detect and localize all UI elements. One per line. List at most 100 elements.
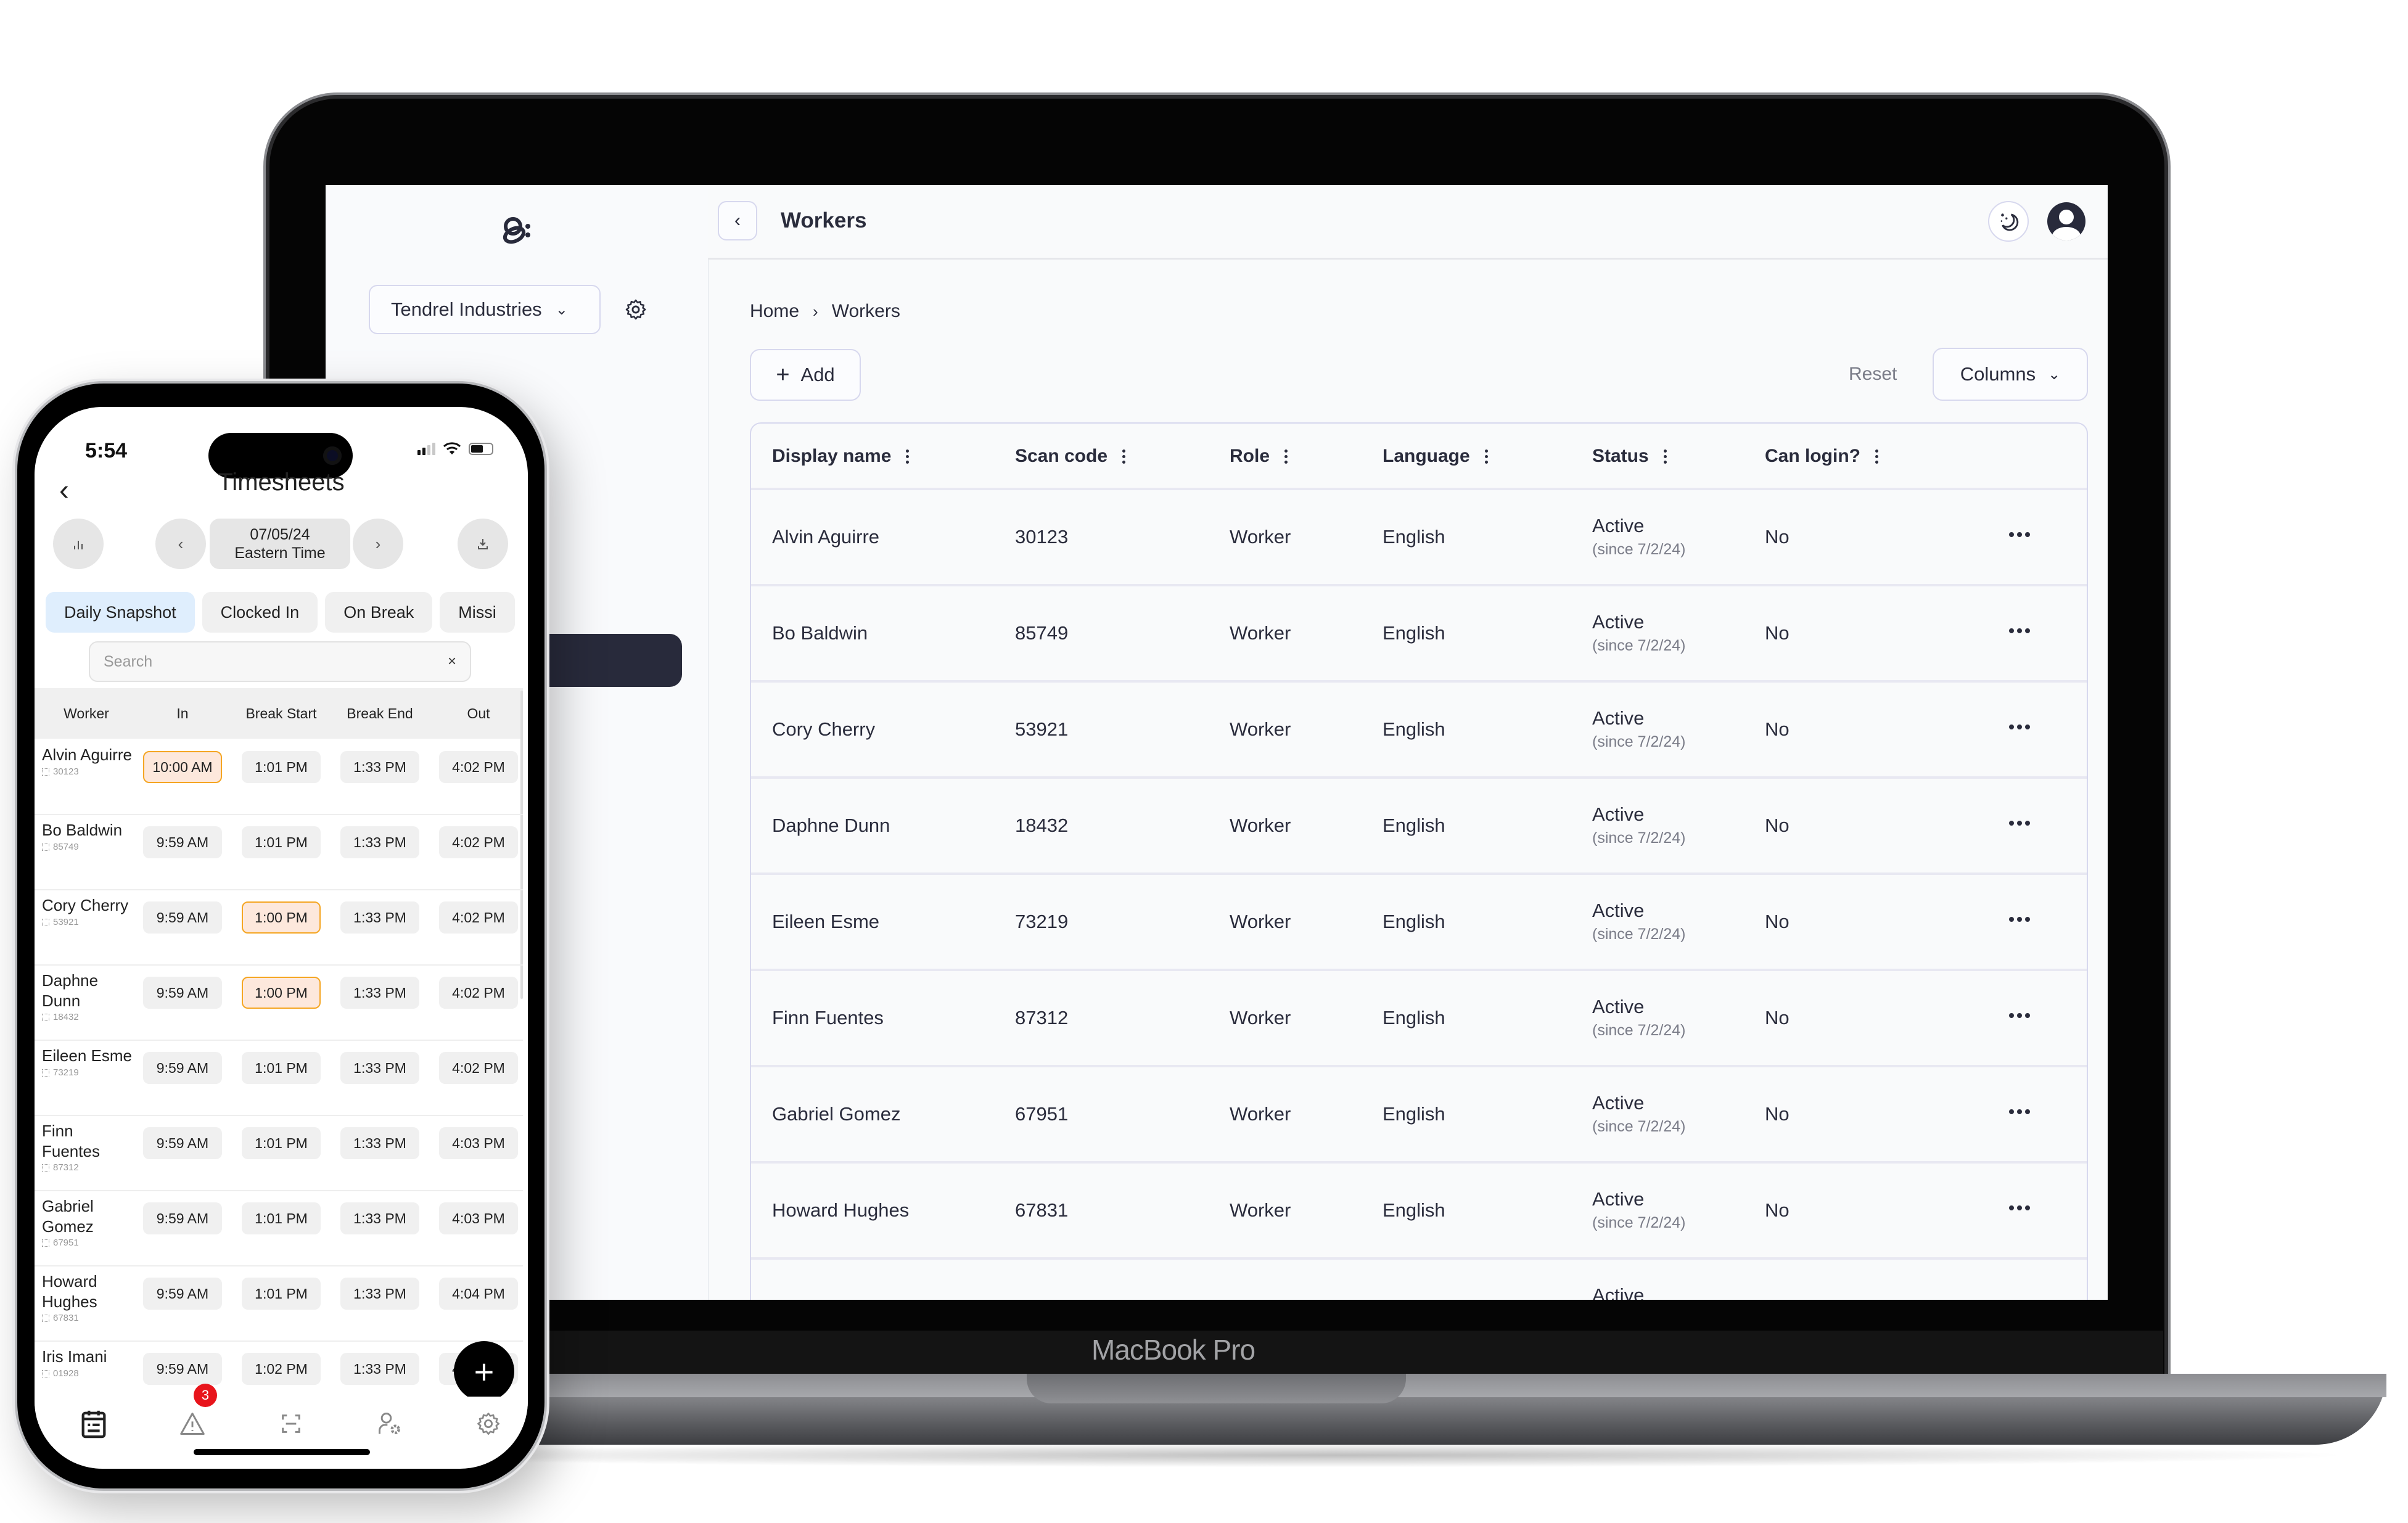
- next-day-button[interactable]: ›: [353, 519, 403, 569]
- time-cell-break-start[interactable]: 1:01 PM: [242, 1127, 321, 1159]
- table-row[interactable]: Gabriel Gomez 67951 Worker English No Active (…: [751, 1065, 2087, 1164]
- timesheet-row[interactable]: Alvin Aguirre 30123 10:00 AM 1:01 PM 1:33 PM…: [35, 739, 523, 815]
- time-cell-out[interactable]: 4:03 PM: [439, 1202, 518, 1234]
- time-cell-break-end[interactable]: 1:33 PM: [340, 751, 419, 783]
- time-cell-in[interactable]: 9:59 AM: [143, 1052, 222, 1084]
- row-actions-icon[interactable]: [2009, 821, 2030, 826]
- timesheet-row[interactable]: Daphne Dunn 18432 9:59 AM 1:00 PM 1:33 PM 4:0…: [35, 964, 523, 1041]
- time-cell-in[interactable]: 10:00 AM: [143, 751, 222, 783]
- time-cell-in[interactable]: 9:59 AM: [143, 901, 222, 934]
- time-cell-in[interactable]: 9:59 AM: [143, 1278, 222, 1310]
- column-header-scan-code[interactable]: Scan code: [1015, 446, 1126, 467]
- tab-missing[interactable]: Missi: [440, 592, 515, 633]
- time-cell-break-start[interactable]: 1:02 PM: [242, 1353, 321, 1385]
- time-cell-out[interactable]: 4:03 PM: [439, 1127, 518, 1159]
- organization-selector[interactable]: Tendrel Industries ⌄: [369, 285, 601, 334]
- column-header-display-name[interactable]: Display name: [772, 446, 910, 467]
- nav-user-settings[interactable]: [371, 1405, 408, 1442]
- clear-search-icon[interactable]: ×: [448, 653, 456, 670]
- column-menu-icon[interactable]: [1122, 449, 1126, 464]
- theme-toggle-button[interactable]: [1988, 201, 2029, 242]
- time-cell-break-start[interactable]: 1:01 PM: [242, 1278, 321, 1310]
- time-cell-break-start[interactable]: 1:01 PM: [242, 1052, 321, 1084]
- column-header-language[interactable]: Language: [1383, 446, 1488, 467]
- home-indicator[interactable]: [194, 1449, 370, 1455]
- timesheet-row[interactable]: Howard Hughes 67831 9:59 AM 1:01 PM 1:33 PM 4…: [35, 1265, 523, 1342]
- breadcrumb-home[interactable]: Home: [750, 301, 799, 322]
- time-cell-break-end[interactable]: 1:33 PM: [340, 1278, 419, 1310]
- table-row[interactable]: Alvin Aguirre 30123 Worker English No Active (…: [751, 488, 2087, 586]
- column-menu-icon[interactable]: [1663, 449, 1667, 464]
- gear-icon[interactable]: [624, 298, 647, 321]
- row-actions-icon[interactable]: [2009, 1205, 2030, 1210]
- nav-scan[interactable]: [273, 1405, 310, 1442]
- time-cell-out[interactable]: 4:04 PM: [439, 1278, 518, 1310]
- table-row[interactable]: Daphne Dunn 18432 Worker English No Active (si…: [751, 776, 2087, 875]
- time-cell-out[interactable]: 4:02 PM: [439, 1052, 518, 1084]
- time-cell-out[interactable]: 4:02 PM: [439, 977, 518, 1009]
- time-cell-in[interactable]: 9:59 AM: [143, 826, 222, 858]
- time-cell-break-end[interactable]: 1:33 PM: [340, 826, 419, 858]
- time-cell-break-start[interactable]: 1:01 PM: [242, 1202, 321, 1234]
- row-actions-icon[interactable]: [2009, 1013, 2030, 1018]
- time-cell-break-end[interactable]: 1:33 PM: [340, 1353, 419, 1385]
- time-cell-break-end[interactable]: 1:33 PM: [340, 901, 419, 934]
- time-cell-in[interactable]: 9:59 AM: [143, 977, 222, 1009]
- row-actions-icon[interactable]: [2009, 532, 2030, 537]
- table-row[interactable]: Bo Baldwin 85749 Worker English No Active (sin…: [751, 584, 2087, 683]
- column-header-status[interactable]: Status: [1592, 446, 1667, 467]
- time-cell-in[interactable]: 9:59 AM: [143, 1202, 222, 1234]
- row-actions-icon[interactable]: [2009, 917, 2030, 922]
- column-menu-icon[interactable]: [1484, 449, 1488, 464]
- previous-day-button[interactable]: ‹: [155, 519, 206, 569]
- time-cell-break-end[interactable]: 1:33 PM: [340, 1202, 419, 1234]
- row-actions-icon[interactable]: [2009, 628, 2030, 633]
- time-cell-out[interactable]: 4:02 PM: [439, 901, 518, 934]
- column-header-can-login[interactable]: Can login?: [1765, 446, 1878, 467]
- row-actions-icon[interactable]: [2009, 725, 2030, 729]
- collapse-sidebar-button[interactable]: ‹: [718, 201, 757, 240]
- time-cell-break-start[interactable]: 1:00 PM: [242, 901, 321, 934]
- add-entry-button[interactable]: +: [454, 1341, 514, 1402]
- search-input[interactable]: Search ×: [89, 641, 471, 682]
- add-worker-button[interactable]: + Add: [750, 349, 861, 401]
- timesheet-row[interactable]: Eileen Esme 73219 9:59 AM 1:01 PM 1:33 PM 4:0…: [35, 1040, 523, 1116]
- time-cell-break-end[interactable]: 1:33 PM: [340, 977, 419, 1009]
- breadcrumb-workers[interactable]: Workers: [832, 301, 900, 322]
- time-cell-in[interactable]: 9:59 AM: [143, 1127, 222, 1159]
- tendrel-logo-icon[interactable]: [498, 213, 535, 250]
- nav-settings[interactable]: [470, 1405, 507, 1442]
- timesheet-row[interactable]: Cory Cherry 53921 9:59 AM 1:00 PM 1:33 PM 4:0…: [35, 889, 523, 966]
- row-actions-icon[interactable]: [2009, 1109, 2030, 1114]
- time-cell-in[interactable]: 9:59 AM: [143, 1353, 222, 1385]
- table-row[interactable]: Finn Fuentes 87312 Worker English No Active (s…: [751, 969, 2087, 1067]
- user-avatar-icon[interactable]: [2047, 202, 2085, 240]
- column-menu-icon[interactable]: [1284, 449, 1288, 464]
- table-row[interactable]: Cory Cherry 53921 Worker English No Active (si…: [751, 680, 2087, 779]
- time-cell-out[interactable]: 4:02 PM: [439, 826, 518, 858]
- table-row[interactable]: Howard Hughes 67831 Worker English No Active (…: [751, 1161, 2087, 1260]
- nav-alerts[interactable]: [174, 1405, 211, 1442]
- column-header-role[interactable]: Role: [1230, 446, 1288, 467]
- time-cell-break-start[interactable]: 1:01 PM: [242, 826, 321, 858]
- table-row[interactable]: Active: [751, 1257, 2087, 1300]
- time-cell-break-start[interactable]: 1:01 PM: [242, 751, 321, 783]
- timesheet-row[interactable]: Gabriel Gomez 67951 9:59 AM 1:01 PM 1:33 PM 4…: [35, 1190, 523, 1266]
- timesheet-row[interactable]: Finn Fuentes 87312 9:59 AM 1:01 PM 1:33 PM 4:…: [35, 1115, 523, 1191]
- column-menu-icon[interactable]: [906, 449, 910, 464]
- stats-button[interactable]: [53, 519, 104, 569]
- tab-on-break[interactable]: On Break: [325, 592, 433, 633]
- tab-clocked-in[interactable]: Clocked In: [202, 592, 318, 633]
- time-cell-break-end[interactable]: 1:33 PM: [340, 1052, 419, 1084]
- tab-daily-snapshot[interactable]: Daily Snapshot: [46, 592, 195, 633]
- column-menu-icon[interactable]: [1875, 449, 1878, 464]
- table-row[interactable]: Eileen Esme 73219 Worker English No Active (si…: [751, 872, 2087, 971]
- date-selector[interactable]: 07/05/24 Eastern Time: [210, 519, 350, 569]
- download-button[interactable]: [458, 519, 508, 569]
- time-cell-break-end[interactable]: 1:33 PM: [340, 1127, 419, 1159]
- time-cell-break-start[interactable]: 1:00 PM: [242, 977, 321, 1009]
- columns-dropdown-button[interactable]: Columns ⌄: [1933, 348, 2088, 401]
- reset-button[interactable]: Reset: [1849, 364, 1897, 385]
- time-cell-out[interactable]: 4:02 PM: [439, 751, 518, 783]
- timesheet-row[interactable]: Bo Baldwin 85749 9:59 AM 1:01 PM 1:33 PM 4:02…: [35, 814, 523, 890]
